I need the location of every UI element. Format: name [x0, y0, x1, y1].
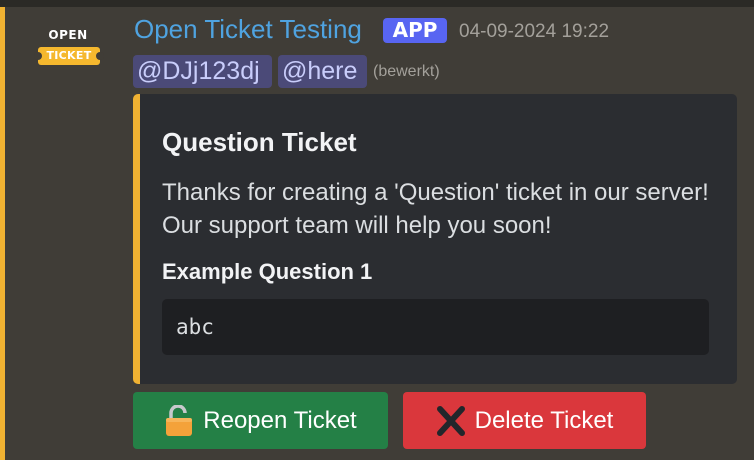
here-mention[interactable]: @here — [278, 55, 367, 88]
delete-ticket-label: Delete Ticket — [474, 406, 614, 434]
message-timestamp[interactable]: 04-09-2024 19:22 — [459, 21, 609, 43]
user-mention[interactable]: @DJj123dj — [133, 55, 272, 88]
mention-highlight-bar — [0, 7, 5, 460]
embed-title: Question Ticket — [162, 127, 357, 157]
reopen-ticket-button[interactable]: Reopen Ticket — [133, 392, 388, 449]
avatar-text-open: OPEN — [48, 28, 88, 42]
top-divider — [0, 0, 754, 7]
avatar-text-ticket: TICKET — [46, 49, 92, 62]
app-badge: APP — [383, 18, 447, 43]
embed-card: Question Ticket Thanks for creating a 'Q… — [133, 94, 737, 384]
cross-mark-icon — [436, 405, 466, 437]
unlocked-padlock-icon — [164, 403, 194, 437]
embed-field-name: Example Question 1 — [162, 259, 373, 284]
embed-field-value: abc — [162, 299, 709, 355]
embed-description-line-1: Thanks for creating a 'Question' ticket … — [162, 179, 709, 206]
avatar[interactable]: OPEN TICKET — [24, 14, 110, 70]
embed-description: Thanks for creating a 'Question' ticket … — [162, 176, 732, 242]
edited-label: (bewerkt) — [373, 63, 440, 80]
author-name[interactable]: Open Ticket Testing — [134, 14, 362, 45]
message-container: OPEN TICKET Open Ticket Testing APP 04-0… — [0, 0, 754, 460]
delete-ticket-button[interactable]: Delete Ticket — [403, 392, 646, 449]
embed-description-line-2: Our support team will help you soon! — [162, 212, 552, 239]
reopen-ticket-label: Reopen Ticket — [203, 406, 357, 434]
